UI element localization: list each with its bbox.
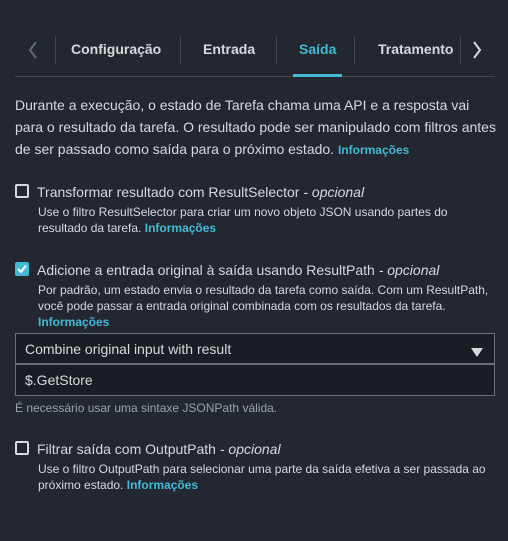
output-path-description: Use o filtro OutputPath para selecionar … (38, 462, 486, 492)
result-path-checkbox[interactable] (15, 262, 29, 276)
result-path-option: Adicione a entrada original à saída usan… (15, 261, 500, 329)
result-path-input[interactable]: $.GetStore (15, 364, 495, 396)
result-selector-option: Transformar resultado com ResultSelector… (15, 183, 500, 235)
tab-divider (180, 36, 181, 64)
jsonpath-hint: É necessário usar uma sintaxe JSONPath v… (15, 401, 278, 415)
tab-divider (55, 36, 56, 64)
result-path-info-link[interactable]: Informações (38, 315, 109, 329)
tab-bar: Configuração Entrada Saída Tratamento (15, 22, 495, 77)
tab-divider (276, 36, 277, 64)
output-path-info-link[interactable]: Informações (127, 478, 198, 492)
result-path-mode-select[interactable]: Combine original input with result (15, 333, 495, 364)
result-selector-description: Use o filtro ResultSelector para criar u… (38, 205, 448, 235)
output-path-option: Filtrar saída com OutputPath - opcional … (15, 440, 500, 492)
tab-configuracao[interactable]: Configuração (71, 22, 161, 76)
intro-info-link[interactable]: Informações (338, 143, 409, 157)
chevron-left-icon[interactable] (24, 40, 42, 60)
result-path-label[interactable]: Adicione a entrada original à saída usan… (37, 261, 439, 279)
tab-entrada[interactable]: Entrada (203, 22, 255, 76)
chevron-right-icon[interactable] (468, 40, 486, 60)
output-description: Durante a execução, o estado de Tarefa c… (15, 94, 500, 161)
result-path-input-value: $.GetStore (25, 372, 93, 388)
result-path-mode-value: Combine original input with result (25, 340, 232, 357)
result-selector-checkbox[interactable] (15, 184, 29, 198)
result-selector-label[interactable]: Transformar resultado com ResultSelector… (37, 183, 364, 201)
tab-tratamento[interactable]: Tratamento (378, 22, 453, 76)
output-path-label[interactable]: Filtrar saída com OutputPath - opcional (37, 440, 281, 458)
output-path-checkbox[interactable] (15, 441, 29, 455)
tab-divider (354, 36, 355, 64)
result-selector-info-link[interactable]: Informações (145, 221, 216, 235)
tab-saida[interactable]: Saída (292, 22, 343, 77)
tab-divider (460, 36, 461, 64)
result-path-description: Por padrão, um estado envia o resultado … (38, 283, 489, 329)
caret-down-icon (471, 344, 483, 360)
checkmark-icon (17, 264, 27, 274)
intro-text: Durante a execução, o estado de Tarefa c… (15, 97, 496, 157)
